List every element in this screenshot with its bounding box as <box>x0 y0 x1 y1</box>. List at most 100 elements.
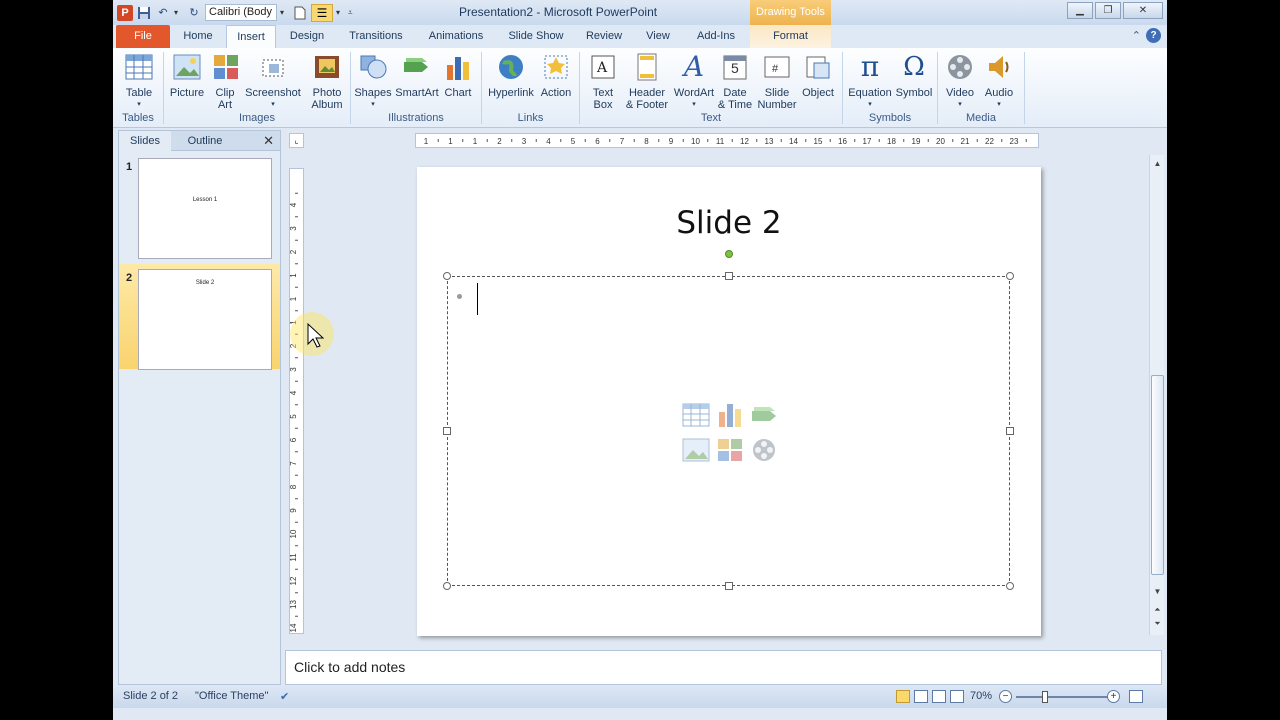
next-slide-icon[interactable]: ⏷ <box>1151 617 1164 630</box>
slide-show-view-icon[interactable] <box>950 690 964 703</box>
resize-handle-top-left[interactable] <box>443 272 451 280</box>
insert-picture-icon[interactable] <box>681 436 711 464</box>
horizontal-ruler[interactable]: 1 1 1 2 3 4 5 6 7 8 9 10 11 12 13 14 15 16 17 18 19 20 21 22 23 <box>415 133 1039 148</box>
spell-check-icon[interactable]: ✔ <box>280 690 289 703</box>
text-box-button[interactable]: A Text Box <box>585 52 621 111</box>
powerpoint-logo-icon[interactable]: P <box>117 4 133 21</box>
insert-media-icon[interactable] <box>749 436 779 464</box>
rotation-handle[interactable] <box>725 250 733 258</box>
slide-canvas[interactable]: Slide 2 <box>417 167 1041 636</box>
reading-view-icon[interactable] <box>932 690 946 703</box>
insert-table-icon[interactable] <box>681 401 711 429</box>
close-button[interactable]: ✕ <box>1123 2 1163 19</box>
ruler-tick-label: 2 <box>497 137 502 146</box>
content-placeholder[interactable] <box>443 272 1014 590</box>
audio-dropdown-icon: ▾ <box>997 101 1001 108</box>
normal-view-icon[interactable] <box>896 690 910 703</box>
video-button[interactable]: Video ▾ <box>942 52 978 111</box>
tab-view[interactable]: View <box>638 25 678 48</box>
ruler-tick-label: 2 <box>290 249 298 254</box>
resize-handle-bottom[interactable] <box>725 582 733 590</box>
zoom-in-icon[interactable]: + <box>1107 690 1120 703</box>
audio-button[interactable]: Audio ▾ <box>981 52 1017 111</box>
resize-handle-top-right[interactable] <box>1006 272 1014 280</box>
customize-toolbar-icon[interactable]: ⩡ <box>348 8 357 18</box>
scroll-up-arrow-icon[interactable]: ▲ <box>1151 157 1164 170</box>
tab-transitions[interactable]: Transitions <box>341 25 411 48</box>
resize-handle-bottom-right[interactable] <box>1006 582 1014 590</box>
notes-placeholder[interactable]: Click to add notes <box>294 659 405 675</box>
tab-slides[interactable]: Slides <box>119 131 171 151</box>
smartart-button[interactable]: SmartArt <box>395 52 439 99</box>
slide-number: 2 <box>126 272 133 284</box>
tab-insert[interactable]: Insert <box>226 25 276 48</box>
maximize-button[interactable]: ❐ <box>1095 2 1121 19</box>
zoom-level[interactable]: 70% <box>970 690 992 702</box>
bullets-dropdown-icon[interactable]: ▾ <box>336 8 345 17</box>
minimize-button[interactable]: ▁ <box>1067 2 1093 19</box>
undo-icon[interactable]: ↶ <box>155 5 171 21</box>
ruler-tick-label: 4 <box>290 390 298 395</box>
fit-to-window-icon[interactable] <box>1129 690 1143 703</box>
action-button[interactable]: Action <box>538 52 574 99</box>
tab-add-ins[interactable]: Add-Ins <box>691 25 741 48</box>
previous-slide-icon[interactable]: ⏶ <box>1151 603 1164 616</box>
vertical-ruler[interactable]: 141312111098765432111234 <box>289 168 304 634</box>
shapes-button[interactable]: Shapes ▾ <box>354 52 392 111</box>
font-selector[interactable]: Calibri (Body <box>205 4 277 21</box>
tab-file[interactable]: File <box>116 25 170 48</box>
tab-outline[interactable]: Outline <box>175 131 235 151</box>
slide-number-icon: # <box>762 52 792 82</box>
close-panel-icon[interactable]: ✕ <box>263 133 274 149</box>
screenshot-button[interactable]: Screenshot ▾ <box>243 52 303 111</box>
ruler-tab-selector[interactable]: ⌞ <box>289 133 304 148</box>
object-button[interactable]: Object <box>800 52 836 99</box>
table-button[interactable]: Table ▾ <box>121 52 157 111</box>
picture-button[interactable]: Picture <box>169 52 205 99</box>
equation-button[interactable]: π Equation ▾ <box>847 52 893 111</box>
tab-animations[interactable]: Animations <box>423 25 489 48</box>
clip-art-button[interactable]: Clip Art <box>211 52 239 111</box>
tab-slide-show[interactable]: Slide Show <box>503 25 569 48</box>
zoom-out-icon[interactable]: − <box>999 690 1012 703</box>
photo-album-button[interactable]: Photo Album <box>305 52 349 111</box>
chart-button[interactable]: Chart <box>442 52 474 99</box>
scroll-down-arrow-icon[interactable]: ▼ <box>1151 585 1164 598</box>
insert-chart-icon[interactable] <box>715 401 745 429</box>
tab-home[interactable]: Home <box>175 25 221 48</box>
ruler-tick-label: 10 <box>691 137 700 146</box>
insert-clip-art-icon[interactable] <box>715 436 745 464</box>
slide-number-button[interactable]: # Slide Number <box>756 52 798 111</box>
hyperlink-button[interactable]: Hyperlink <box>487 52 535 99</box>
resize-handle-right[interactable] <box>1006 427 1014 435</box>
new-document-icon[interactable] <box>292 5 308 21</box>
resize-handle-bottom-left[interactable] <box>443 582 451 590</box>
wordart-button[interactable]: A WordArt ▾ <box>672 52 716 111</box>
tab-design[interactable]: Design <box>282 25 332 48</box>
zoom-slider-thumb[interactable] <box>1042 691 1048 703</box>
group-illustrations-label: Illustrations <box>388 112 444 124</box>
minimize-ribbon-icon[interactable]: ⌃ <box>1132 29 1141 42</box>
symbol-button[interactable]: Ω Symbol <box>895 52 933 99</box>
insert-smartart-icon[interactable] <box>749 401 779 429</box>
bullets-icon[interactable]: ☰ <box>311 3 333 22</box>
tab-format[interactable]: Format <box>750 25 831 48</box>
slide-thumbnail-2[interactable]: 2 Slide 2 <box>119 264 280 370</box>
date-time-button[interactable]: 5 Date & Time <box>717 52 753 111</box>
slide-thumbnail-1[interactable]: 1 Lesson 1 <box>119 153 280 259</box>
resize-handle-left[interactable] <box>443 427 451 435</box>
font-dropdown-icon[interactable]: ▾ <box>280 8 289 17</box>
vertical-scrollbar[interactable]: ▲ ▼ ⏶ ⏷ <box>1149 155 1164 635</box>
scrollbar-thumb[interactable] <box>1151 375 1164 575</box>
slide-sorter-view-icon[interactable] <box>914 690 928 703</box>
undo-dropdown-icon[interactable]: ▾ <box>174 8 183 17</box>
zoom-slider-track[interactable] <box>1016 696 1112 698</box>
help-icon[interactable]: ? <box>1146 28 1161 43</box>
header-footer-button[interactable]: Header & Footer <box>623 52 671 111</box>
redo-icon[interactable]: ↻ <box>186 5 202 21</box>
resize-handle-top[interactable] <box>725 272 733 280</box>
slide-title[interactable]: Slide 2 <box>417 205 1041 241</box>
tab-review[interactable]: Review <box>581 25 627 48</box>
save-icon[interactable] <box>136 5 152 21</box>
notes-pane[interactable]: Click to add notes <box>285 650 1162 685</box>
